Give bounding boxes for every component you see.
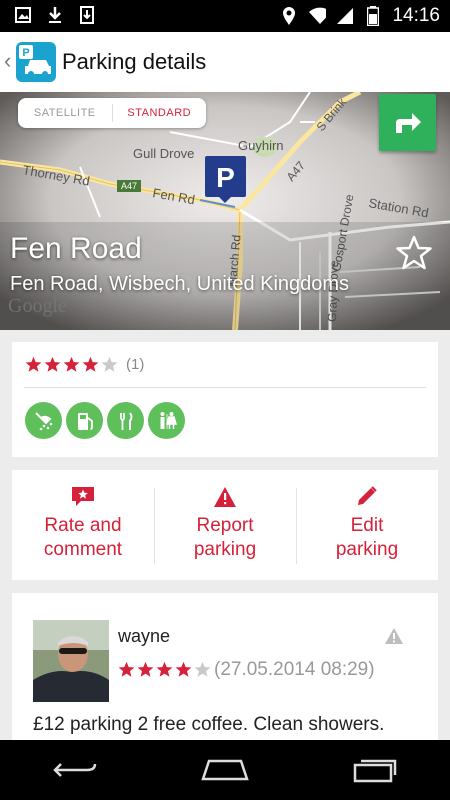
image-notification-icon — [14, 6, 32, 24]
label-line: parking — [335, 539, 399, 560]
wifi-icon — [308, 7, 327, 25]
shower-icon — [25, 402, 62, 439]
standard-toggle[interactable]: STANDARD — [113, 107, 207, 119]
star-filled-icon — [25, 356, 42, 372]
amenities-list — [25, 402, 185, 439]
parking-marker-label: P — [216, 162, 235, 193]
star-filled-icon — [175, 661, 192, 677]
google-logo: Google — [8, 295, 67, 317]
label-line: comment — [43, 539, 123, 560]
warning-icon — [214, 487, 236, 507]
map-label-guyhirn: Guyhirn — [238, 138, 284, 153]
download-complete-icon — [78, 6, 96, 24]
directions-button[interactable] — [379, 94, 436, 151]
star-empty-icon — [101, 356, 118, 372]
label-line: Edit — [350, 515, 384, 536]
recent-apps-button[interactable] — [340, 750, 410, 790]
star-filled-icon — [137, 661, 154, 677]
rate-comment-button[interactable]: Rate and comment — [12, 470, 154, 580]
fuel-icon — [66, 402, 103, 439]
app-bar: ‹ P Parking details — [0, 32, 450, 92]
rate-comment-label: Rate and comment — [44, 514, 122, 562]
star-filled-icon — [44, 356, 61, 372]
recent-apps-icon — [353, 759, 397, 783]
label-line: Rate and — [44, 515, 122, 536]
back-chevron-icon[interactable]: ‹ — [4, 48, 11, 74]
edit-parking-label: Edit parking — [336, 514, 398, 562]
map-label-gull-drove: Gull Drove — [133, 146, 194, 161]
satellite-toggle[interactable]: SATELLITE — [18, 107, 112, 119]
download-icon — [46, 6, 64, 24]
divider — [24, 387, 426, 388]
back-icon — [53, 763, 97, 777]
rating-stars — [25, 356, 118, 373]
rating-count: (1) — [126, 356, 145, 373]
review-text: £12 parking 2 free coffee. Clean showers… — [33, 714, 385, 735]
label-line: parking — [193, 539, 257, 560]
review-stars — [118, 661, 211, 678]
navigation-bar — [0, 740, 450, 800]
status-bar: 14:16 — [0, 0, 450, 32]
battery-icon — [364, 6, 382, 26]
svg-text:P: P — [22, 47, 29, 59]
map-view[interactable]: A47 Gull Drove Guyhirn Thorney Rd Fen Rd… — [0, 92, 450, 330]
avatar — [33, 620, 109, 702]
map-type-toggle: SATELLITE STANDARD — [18, 98, 206, 128]
edit-parking-button[interactable]: Edit parking — [296, 470, 438, 580]
label-line: Report — [196, 515, 254, 536]
star-empty-icon — [194, 661, 211, 677]
reviewer-name: wayne — [118, 626, 171, 646]
app-logo[interactable]: P — [16, 42, 56, 82]
home-button[interactable] — [190, 750, 260, 790]
page-title: Parking details — [62, 49, 207, 74]
location-icon — [280, 7, 298, 25]
back-button[interactable] — [40, 750, 110, 790]
rating-row: (1) — [25, 356, 144, 373]
pencil-icon — [358, 486, 377, 505]
star-filled-icon — [156, 661, 173, 677]
map-label-road-id: A47 — [121, 181, 137, 191]
parking-marker-icon[interactable]: P — [205, 156, 246, 203]
home-icon — [201, 759, 249, 781]
signal-icon — [336, 7, 354, 25]
toilet-icon — [148, 402, 185, 439]
report-parking-button[interactable]: Report parking — [154, 470, 296, 580]
comment-star-icon — [72, 487, 94, 506]
directions-arrow-icon — [395, 112, 421, 133]
place-name: Fen Road — [10, 232, 142, 265]
report-parking-label: Report parking — [194, 514, 256, 562]
star-filled-icon — [118, 661, 135, 677]
star-filled-icon — [63, 356, 80, 372]
review-card: wayne (27.05.2014 08:29) £12 parking 2 f… — [12, 593, 438, 740]
actions-card: Rate and comment Report parking Edit par… — [12, 470, 438, 580]
review-date: (27.05.2014 08:29) — [214, 659, 375, 680]
clock: 14:16 — [392, 5, 440, 26]
favorite-star-icon[interactable] — [395, 235, 433, 276]
rating-card: (1) — [12, 342, 438, 457]
restaurant-icon — [107, 402, 144, 439]
star-filled-icon — [82, 356, 99, 372]
place-address: Fen Road, Wisbech, United Kingdoms — [10, 273, 350, 295]
report-review-icon[interactable] — [384, 627, 404, 650]
